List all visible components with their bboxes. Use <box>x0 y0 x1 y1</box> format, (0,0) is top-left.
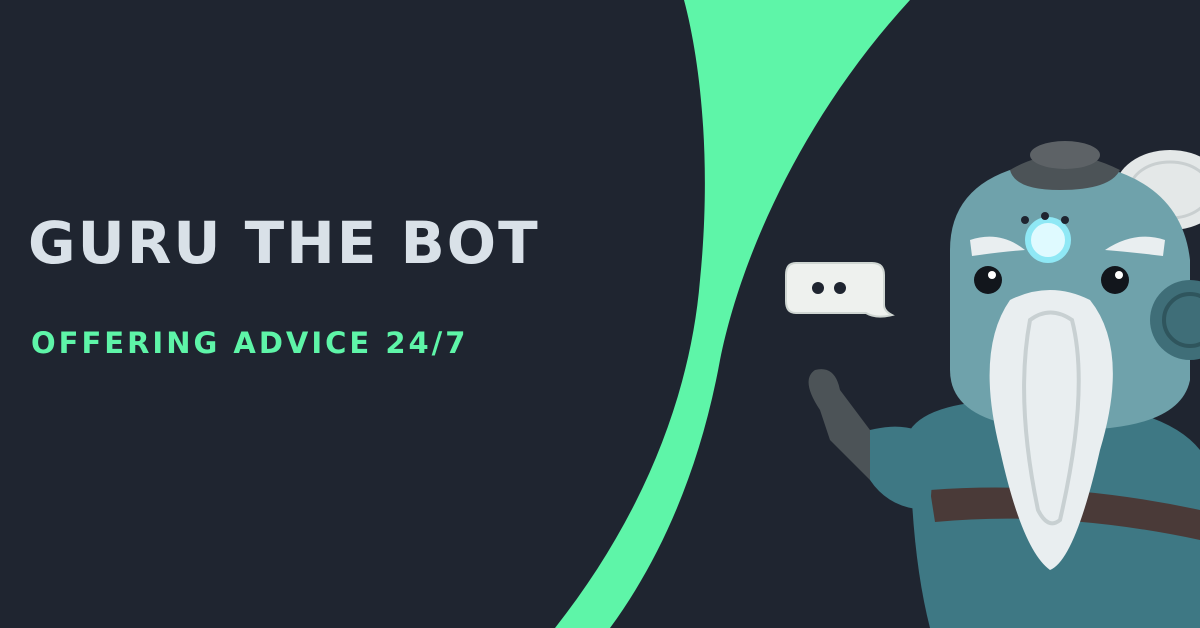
promo-banner: GURU THE BOT OFFERING ADVICE 24/7 <box>0 0 1200 628</box>
page-title: GURU THE BOT <box>28 209 540 277</box>
tagline: OFFERING ADVICE 24/7 <box>31 326 469 360</box>
robot-guru-illustration <box>808 141 1200 628</box>
